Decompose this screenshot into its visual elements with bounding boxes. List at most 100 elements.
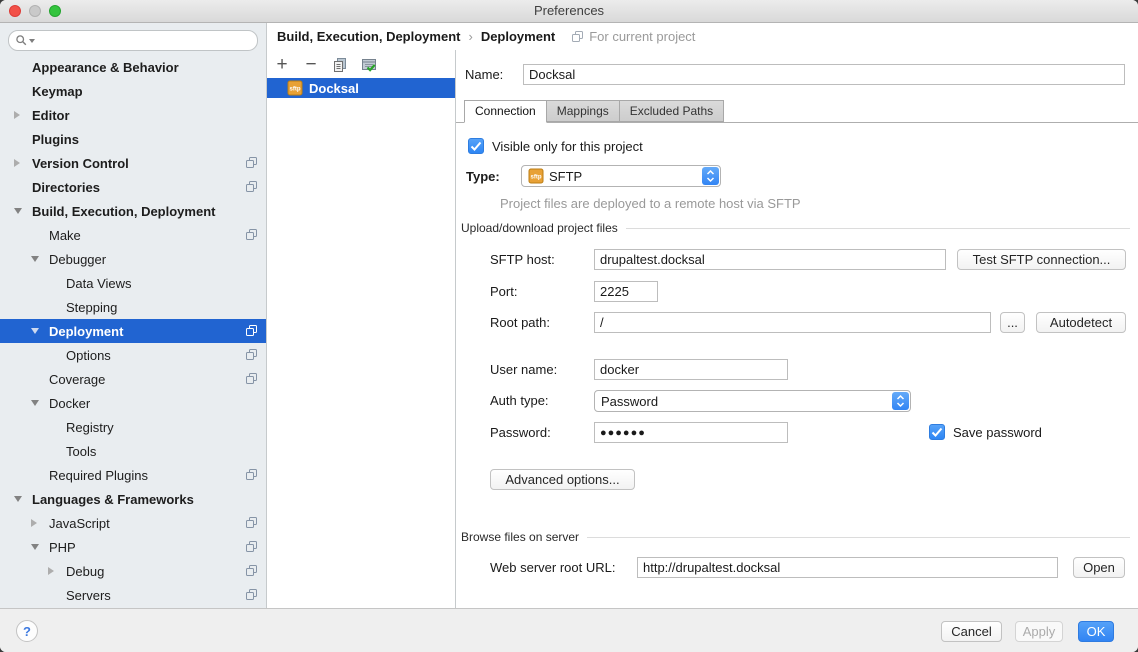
advanced-options-button[interactable]: Advanced options... <box>490 469 635 490</box>
settings-search-field[interactable] <box>8 30 258 51</box>
sidebar-item[interactable]: Appearance & Behavior <box>0 55 266 79</box>
expand-arrow-icon[interactable] <box>31 256 49 262</box>
user-name-input[interactable] <box>594 359 788 380</box>
sftp-host-input[interactable] <box>594 249 946 270</box>
breadcrumb-page: Deployment <box>481 29 555 44</box>
type-dropdown[interactable]: sftp SFTP <box>521 165 721 187</box>
copy-server-button[interactable] <box>331 56 349 74</box>
name-input[interactable] <box>523 64 1125 85</box>
dropdown-stepper-icon[interactable] <box>892 392 909 410</box>
sidebar-item[interactable]: Build, Execution, Deployment <box>0 199 266 223</box>
sidebar-item[interactable]: Editor <box>0 103 266 127</box>
scope-indicator: For current project <box>571 29 695 44</box>
apply-button[interactable]: Apply <box>1015 621 1063 642</box>
sidebar-item-label: Debug <box>66 564 104 579</box>
use-as-default-button[interactable] <box>360 56 378 74</box>
auth-type-dropdown[interactable]: Password <box>594 390 911 412</box>
sidebar-item[interactable]: PHP <box>0 535 266 559</box>
test-sftp-connection-button[interactable]: Test SFTP connection... <box>957 249 1126 270</box>
sidebar-item[interactable]: Keymap <box>0 79 266 103</box>
ok-button[interactable]: OK <box>1078 621 1114 642</box>
sidebar-item[interactable]: Directories <box>0 175 266 199</box>
visible-only-checkbox[interactable] <box>468 138 484 154</box>
sidebar-item-label: Servers <box>66 588 111 603</box>
tab[interactable]: Connection <box>464 100 547 123</box>
sidebar-item[interactable]: JavaScript <box>0 511 266 535</box>
password-input[interactable] <box>594 422 788 443</box>
sidebar-item[interactable]: Docker <box>0 391 266 415</box>
sidebar-item[interactable]: Debugger <box>0 247 266 271</box>
search-options-caret-icon[interactable] <box>29 39 35 43</box>
sidebar-item-label: Deployment <box>49 324 123 339</box>
expand-arrow-icon[interactable] <box>14 111 32 119</box>
sidebar-item-label: PHP <box>49 540 76 555</box>
sidebar-item[interactable]: Plugins <box>0 127 266 151</box>
open-url-button[interactable]: Open <box>1073 557 1125 578</box>
save-password-checkbox[interactable] <box>929 424 945 440</box>
svg-text:sftp: sftp <box>290 87 301 93</box>
sidebar-item[interactable]: Stepping <box>0 295 266 319</box>
search-input[interactable] <box>39 32 257 49</box>
per-project-icon <box>245 564 258 580</box>
cancel-button[interactable]: Cancel <box>941 621 1002 642</box>
upload-section-title: Upload/download project files <box>461 221 618 235</box>
sidebar-item[interactable]: Servers <box>0 583 266 607</box>
expand-arrow-icon[interactable] <box>31 400 49 406</box>
sidebar-item[interactable]: Registry <box>0 415 266 439</box>
expand-arrow-icon[interactable] <box>31 544 49 550</box>
sidebar-item[interactable]: Languages & Frameworks <box>0 487 266 511</box>
check-icon <box>470 141 482 152</box>
web-root-input[interactable] <box>637 557 1058 578</box>
type-hint: Project files are deployed to a remote h… <box>500 196 801 211</box>
dropdown-stepper-icon[interactable] <box>702 167 719 185</box>
expand-arrow-icon[interactable] <box>14 208 32 214</box>
preferences-window: Preferences Appearance & Behavior <box>0 0 1138 652</box>
expand-arrow-icon[interactable] <box>14 159 32 167</box>
use-as-default-icon <box>361 57 377 73</box>
root-path-input[interactable] <box>594 312 991 333</box>
breadcrumb-section[interactable]: Build, Execution, Deployment <box>277 29 460 44</box>
sidebar-item[interactable]: Debug <box>0 559 266 583</box>
per-project-icon <box>245 156 258 172</box>
remove-server-button[interactable]: − <box>302 56 320 74</box>
sidebar-item[interactable]: Make <box>0 223 266 247</box>
server-list-panel: + − <box>267 50 456 608</box>
per-project-icon <box>245 516 258 532</box>
per-project-icon <box>245 468 258 484</box>
sftp-type-icon: sftp <box>528 168 544 184</box>
sidebar-item[interactable]: Version Control <box>0 151 266 175</box>
sidebar-item[interactable]: Tools <box>0 439 266 463</box>
visible-only-label: Visible only for this project <box>492 139 643 154</box>
browse-root-path-button[interactable]: ... <box>1000 312 1025 333</box>
sidebar-item-label: Debugger <box>49 252 106 267</box>
browse-section-title: Browse files on server <box>461 530 579 544</box>
add-server-button[interactable]: + <box>273 56 291 74</box>
sidebar-item-label: Keymap <box>32 84 83 99</box>
auth-type-label: Auth type: <box>490 390 549 411</box>
section-divider <box>587 537 1130 538</box>
user-name-label: User name: <box>490 359 557 380</box>
autodetect-button[interactable]: Autodetect <box>1036 312 1126 333</box>
tab[interactable]: Mappings <box>546 100 620 122</box>
server-list-item[interactable]: sftp Docksal <box>267 78 455 98</box>
sidebar-item-label: Plugins <box>32 132 79 147</box>
sidebar-item[interactable]: Deployment <box>0 319 266 343</box>
sidebar-item-label: Docker <box>49 396 90 411</box>
sidebar-item[interactable]: Coverage <box>0 367 266 391</box>
sidebar-item[interactable]: Options <box>0 343 266 367</box>
tab[interactable]: Excluded Paths <box>619 100 724 122</box>
sidebar-item[interactable]: Required Plugins <box>0 463 266 487</box>
port-input[interactable] <box>594 281 658 302</box>
web-root-label: Web server root URL: <box>490 557 615 578</box>
root-path-label: Root path: <box>490 312 550 333</box>
sidebar-item[interactable]: Data Views <box>0 271 266 295</box>
sidebar-item-label: Registry <box>66 420 114 435</box>
help-button[interactable]: ? <box>16 620 38 642</box>
expand-arrow-icon[interactable] <box>14 496 32 502</box>
sidebar-item-label: Languages & Frameworks <box>32 492 194 507</box>
expand-arrow-icon[interactable] <box>31 328 49 334</box>
settings-sidebar: Appearance & Behavior Keymap <box>0 23 267 608</box>
expand-arrow-icon[interactable] <box>31 519 49 527</box>
expand-arrow-icon[interactable] <box>48 567 66 575</box>
sidebar-item-label: Version Control <box>32 156 129 171</box>
